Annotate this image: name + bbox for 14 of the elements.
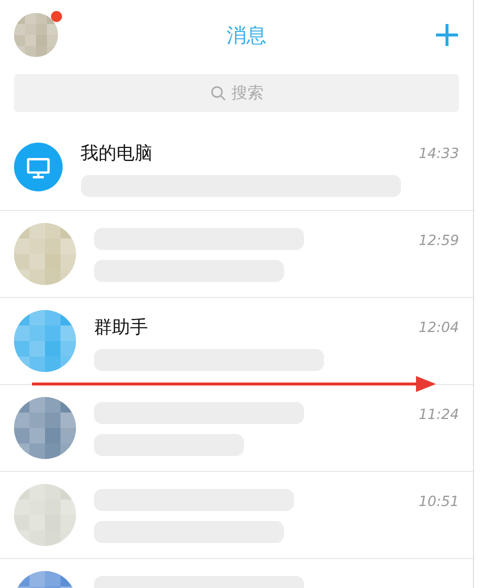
chat-time: 11:24: [418, 407, 459, 423]
chat-time: 12:04: [418, 320, 459, 336]
chat-row[interactable]: 11:24: [0, 385, 473, 472]
chat-name: 群助手: [94, 316, 149, 339]
chat-name: 我的电脑: [80, 142, 154, 165]
page-title: 消息: [226, 22, 266, 48]
chat-time: 14:33: [418, 146, 459, 162]
chat-row[interactable]: 10:51: [0, 472, 473, 559]
chat-row[interactable]: 我的电脑 14:33: [0, 124, 473, 211]
chat-row[interactable]: 12:59: [0, 211, 473, 298]
chat-time: 12:59: [418, 233, 459, 249]
chat-row[interactable]: 群助手 12:04: [0, 298, 473, 385]
chat-time: 10:51: [418, 494, 459, 510]
search-field[interactable]: 搜索: [14, 74, 459, 112]
